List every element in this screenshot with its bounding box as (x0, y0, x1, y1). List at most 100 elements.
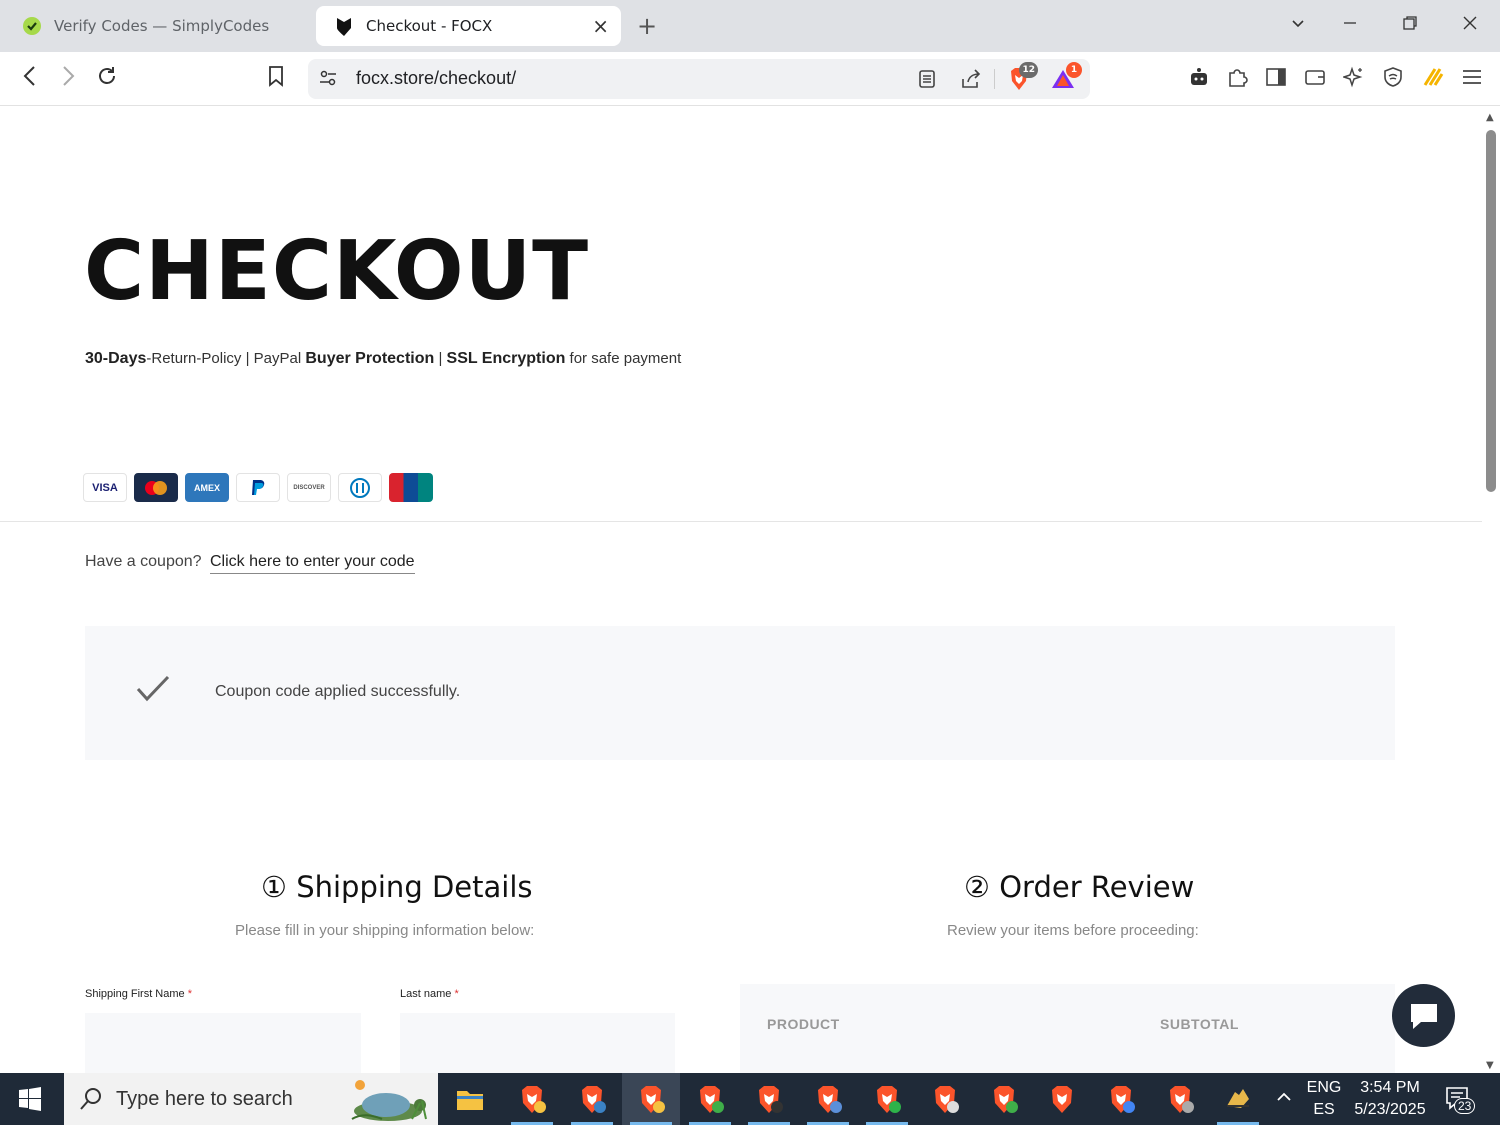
honey-extension-icon[interactable] (1420, 64, 1446, 90)
notification-count-badge: 23 (1454, 1098, 1476, 1114)
coupon-prompt: Have a coupon? Click here to enter your … (85, 553, 415, 574)
clock[interactable]: 3:54 PM 5/23/2025 (1350, 1077, 1430, 1121)
menu-icon[interactable] (1459, 64, 1485, 90)
first-name-field[interactable] (85, 1013, 361, 1073)
brave-browser-icon (877, 1086, 901, 1113)
notice-message: Coupon code applied successfully. (215, 683, 461, 700)
taskbar-brave-1[interactable] (503, 1073, 561, 1125)
tab-verify-codes[interactable]: Verify Codes — SimplyCodes (4, 6, 309, 46)
coupon-success-notice: Coupon code applied successfully. (85, 626, 1395, 760)
folder-icon (457, 1091, 483, 1110)
product-column-header: PRODUCT (767, 1016, 840, 1032)
taskbar-brave-12[interactable] (1151, 1073, 1209, 1125)
wallet-icon[interactable] (1302, 64, 1328, 90)
checkmark-icon (135, 674, 171, 708)
taskbar-brave-11[interactable] (1092, 1073, 1150, 1125)
address-bar[interactable]: focx.store/checkout/ 12 1 (308, 59, 1090, 99)
order-review-heading: ② Order Review (964, 870, 1195, 904)
tab-title: Verify Codes — SimplyCodes (54, 17, 270, 35)
close-tab-icon[interactable]: × (592, 16, 609, 36)
reload-icon[interactable] (95, 64, 119, 94)
scroll-down-arrow-icon[interactable]: ▼ (1486, 1060, 1494, 1071)
windows-start-icon[interactable] (18, 1087, 42, 1115)
page-content: CHECKOUT 30-Days-Return-Policy | PayPal … (0, 106, 1482, 1073)
tab-title: Checkout - FOCX (366, 17, 493, 35)
chat-button[interactable] (1392, 984, 1455, 1047)
new-tab-button[interactable]: + (637, 12, 657, 40)
subtotal-column-header: SUBTOTAL (1160, 1016, 1239, 1032)
taskbar-brave-9[interactable] (975, 1073, 1033, 1125)
visa-icon: VISA (83, 473, 127, 502)
order-review-subtitle: Review your items before proceeding: (947, 922, 1199, 939)
site-settings-icon[interactable] (318, 68, 338, 92)
taskbar-brave-10[interactable] (1033, 1073, 1091, 1125)
tab-search-chevron-icon[interactable] (1290, 12, 1306, 36)
brave-browser-icon (1170, 1086, 1194, 1113)
language-indicator[interactable]: ENG ES (1304, 1077, 1344, 1121)
brave-browser-icon (641, 1086, 665, 1113)
brave-browser-icon (818, 1086, 842, 1113)
brave-browser-icon (700, 1086, 724, 1113)
mastercard-icon (134, 473, 178, 502)
taskbar-brave-7[interactable] (858, 1073, 916, 1125)
search-placeholder: Type here to search (116, 1088, 293, 1110)
taskbar-file-explorer[interactable] (441, 1073, 499, 1125)
leo-ai-icon[interactable] (1186, 64, 1212, 90)
payment-methods: VISA AMEX DISCOVER (83, 473, 433, 502)
tab-strip: Verify Codes — SimplyCodes Checkout - FO… (0, 0, 1500, 52)
taskbar-brave-3-active[interactable] (622, 1073, 680, 1125)
discover-icon: DISCOVER (287, 473, 331, 502)
scroll-thumb[interactable] (1486, 130, 1496, 492)
brave-browser-icon (1052, 1086, 1072, 1113)
paypal-icon (236, 473, 280, 502)
enter-coupon-link[interactable]: Click here to enter your code (209, 553, 415, 574)
unionpay-icon (389, 473, 433, 502)
first-name-label: Shipping First Name * (85, 988, 192, 1000)
sidebar-icon[interactable] (1263, 64, 1289, 90)
search-icon (78, 1086, 104, 1116)
vpn-shield-icon[interactable] (1380, 64, 1406, 90)
notification-center-icon[interactable]: 23 (1444, 1085, 1476, 1118)
header-divider (0, 521, 1482, 522)
restore-button[interactable] (1402, 12, 1418, 36)
taskbar-brave-2[interactable] (563, 1073, 621, 1125)
page-scrollbar[interactable]: ▲ ▼ (1482, 106, 1500, 1073)
back-icon[interactable] (20, 64, 40, 94)
windows-taskbar: Type here to search ENG ES 3:54 PM 5/23/… (0, 1073, 1500, 1125)
browser-toolbar: focx.store/checkout/ 12 1 (0, 52, 1500, 106)
taskbar-brave-4[interactable] (681, 1073, 739, 1125)
search-highlight-turtle-icon (342, 1077, 434, 1127)
taskbar-search-box[interactable]: Type here to search (64, 1073, 438, 1125)
reader-mode-icon[interactable] (914, 66, 940, 92)
amex-icon: AMEX (185, 473, 229, 502)
url-text: focx.store/checkout/ (356, 68, 517, 88)
tab-checkout-focx[interactable]: Checkout - FOCX × (316, 6, 621, 46)
brave-rewards-icon[interactable]: 1 (1050, 62, 1082, 92)
extensions-icon[interactable] (1224, 64, 1250, 90)
minimize-button[interactable] (1342, 12, 1358, 36)
shields-count-badge: 12 (1019, 62, 1038, 78)
leo-sparkle-icon[interactable] (1341, 64, 1367, 90)
taskbar-app-sandbox[interactable] (1209, 1073, 1267, 1125)
hand-app-icon (1227, 1089, 1249, 1108)
share-icon[interactable] (958, 66, 984, 92)
show-hidden-icons-chevron[interactable] (1274, 1087, 1294, 1114)
last-name-label: Last name * (400, 988, 459, 1000)
shipping-details-subtitle: Please fill in your shipping information… (235, 922, 535, 939)
brave-browser-icon (759, 1086, 783, 1113)
brave-browser-icon (994, 1086, 1018, 1113)
brave-shields-icon[interactable]: 12 (1006, 62, 1038, 92)
taskbar-brave-5[interactable] (740, 1073, 798, 1125)
taskbar-brave-6[interactable] (799, 1073, 857, 1125)
brave-browser-icon (582, 1086, 606, 1113)
scroll-up-arrow-icon[interactable]: ▲ (1486, 112, 1494, 123)
forward-icon[interactable] (58, 64, 78, 94)
bookmark-icon[interactable] (266, 64, 286, 94)
shipping-details-heading: ① Shipping Details (261, 870, 533, 904)
close-window-button[interactable] (1462, 12, 1478, 36)
last-name-field[interactable] (400, 1013, 675, 1073)
page-title: CHECKOUT (84, 224, 590, 319)
taskbar-brave-8[interactable] (916, 1073, 974, 1125)
order-review-table: PRODUCT SUBTOTAL (740, 984, 1395, 1073)
brave-browser-icon (522, 1086, 546, 1113)
